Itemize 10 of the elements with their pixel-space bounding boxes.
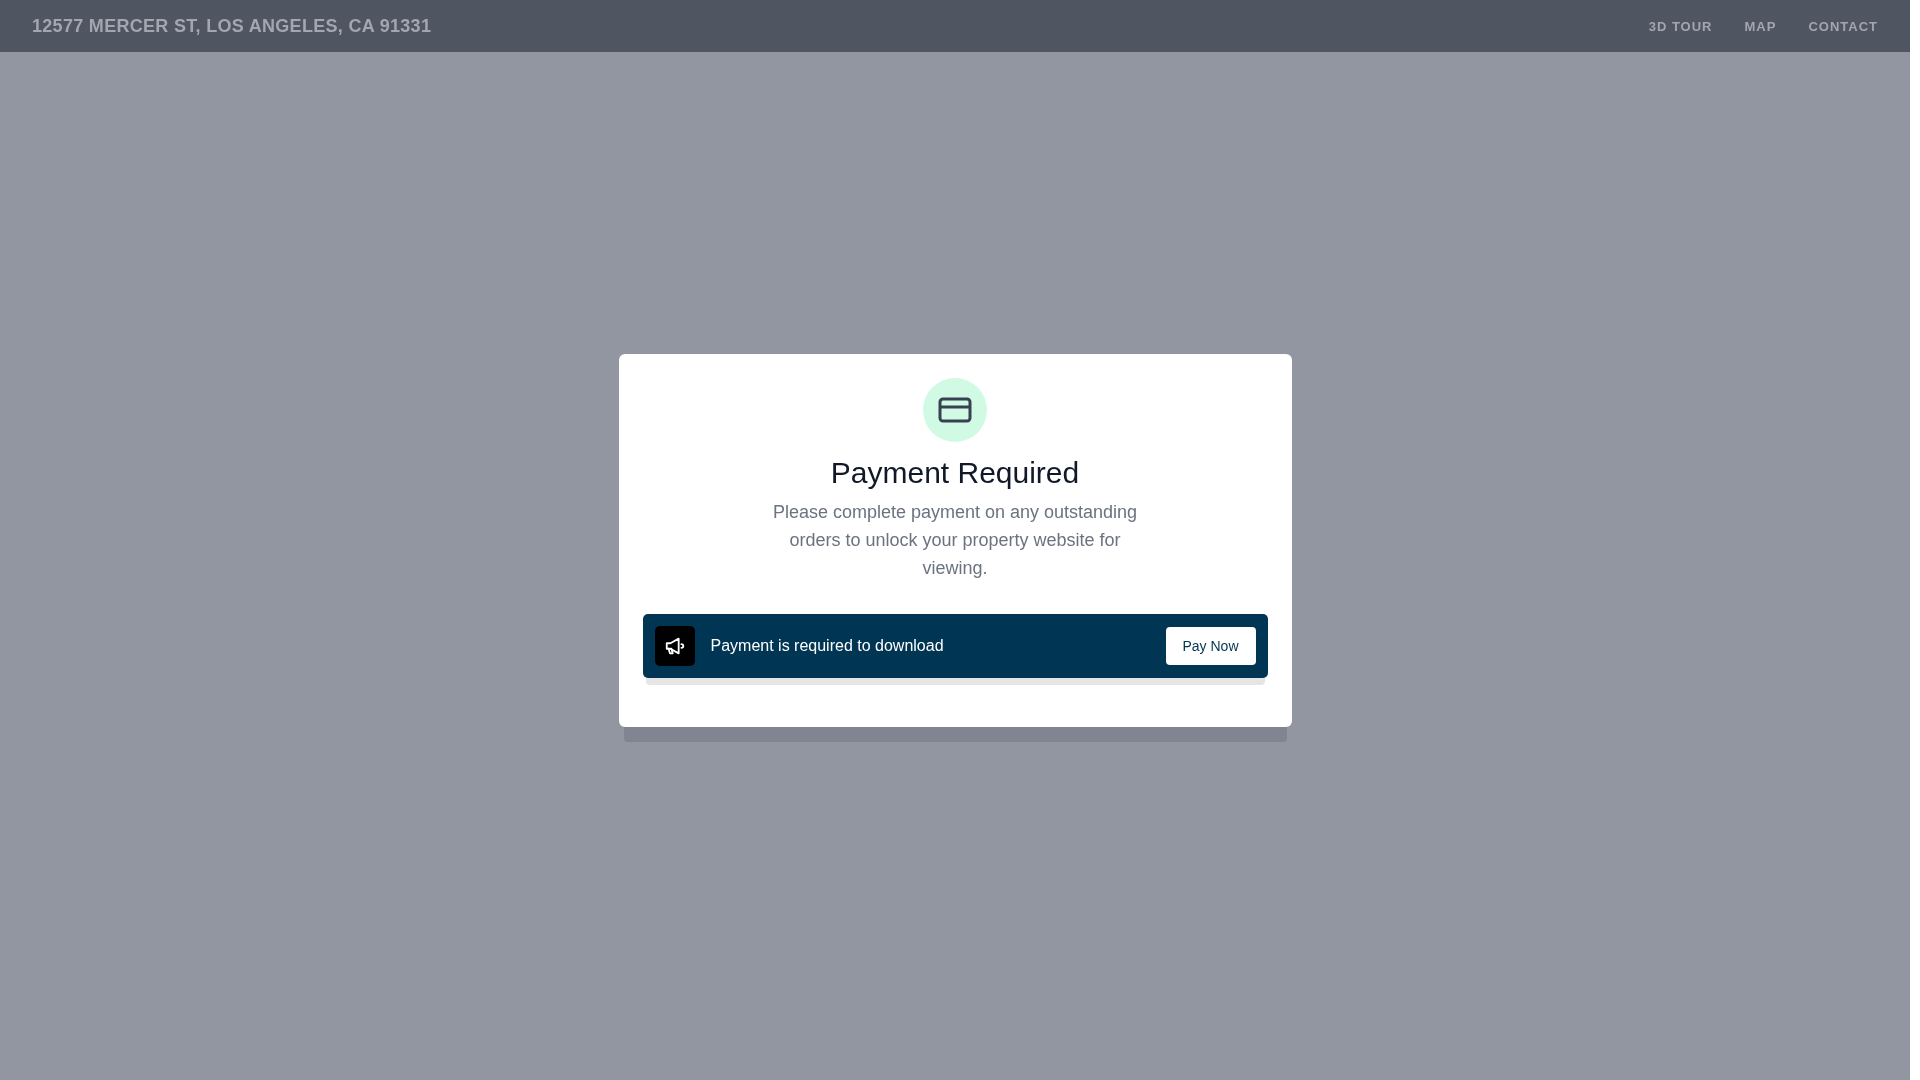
modal-message: Please complete payment on any outstanding orders to unlock your property website for viewing. bbox=[771, 501, 1139, 580]
pay-now-button[interactable]: Pay Now bbox=[1165, 627, 1256, 665]
nav-link[interactable]: 3D TOUR bbox=[1648, 18, 1713, 34]
credit-card-icon bbox=[938, 397, 972, 423]
property-address: 12577 MERCER ST, LOS ANGELES, CA 91331 bbox=[32, 15, 432, 37]
nav-link[interactable]: CONTACT bbox=[1808, 18, 1878, 34]
modal-title: Payment Required bbox=[830, 456, 1080, 490]
megaphone-icon bbox=[654, 626, 695, 666]
nav-link[interactable]: MAP bbox=[1744, 18, 1777, 34]
banner-text: Payment is required to download bbox=[710, 637, 945, 655]
